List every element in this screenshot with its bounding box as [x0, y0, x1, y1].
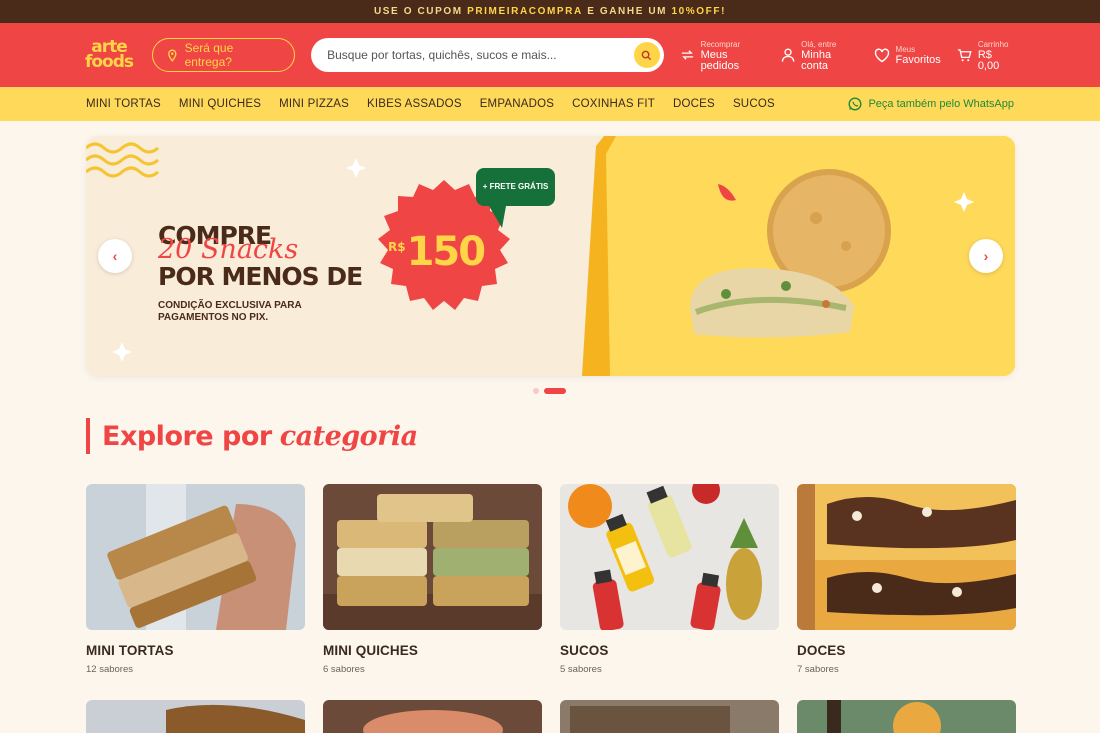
nav-doces[interactable]: DOCES	[673, 98, 715, 110]
hero-line-snacks: 20 Snacks	[158, 234, 299, 265]
promo-bar: USE O CUPOM PRIMEIRACOMPRA E GANHE UM 10…	[0, 0, 1100, 23]
favorites-label: Favoritos	[895, 54, 941, 66]
category-grid: MINI TORTAS 12 sabores MINI QUICHES 6 sa…	[86, 484, 1016, 675]
nav-mini-pizzas[interactable]: MINI PIZZAS	[279, 98, 349, 110]
reorder-link[interactable]: Recomprar Meus pedidos	[680, 39, 766, 72]
category-card[interactable]: SUCOS 5 sabores	[560, 484, 779, 675]
promo-discount: 10%OFF!	[671, 6, 727, 17]
category-count: 7 sabores	[797, 664, 839, 675]
deliver-label: Será que entrega?	[184, 41, 234, 69]
whatsapp-label: Peça também pelo WhatsApp	[868, 98, 1014, 110]
account-link[interactable]: Olá, entre Minha conta	[781, 39, 858, 72]
promo-prefix: USE O CUPOM	[373, 6, 468, 17]
category-image-partial[interactable]	[86, 700, 305, 733]
category-count: 6 sabores	[323, 664, 365, 675]
search-button[interactable]	[633, 42, 660, 68]
carousel-next-button[interactable]: ›	[969, 239, 1003, 273]
chevron-right-icon: ›	[983, 248, 989, 264]
nav-mini-quiches[interactable]: MINI QUICHES	[179, 98, 261, 110]
promo-code: PRIMEIRACOMPRA	[467, 6, 583, 17]
category-image-partial[interactable]	[797, 700, 1016, 733]
category-image-sucos[interactable]	[560, 484, 779, 630]
doces-photo	[797, 484, 1016, 630]
carousel-dot-active[interactable]	[544, 388, 566, 394]
cart-small: Carrinho	[977, 39, 1009, 49]
carousel-dots	[533, 388, 566, 394]
badge-currency: R$	[388, 240, 406, 254]
heart-icon	[874, 48, 889, 62]
hero-banner[interactable]: COMPRE 20 Snacks POR MENOS DE CONDIÇÃO E…	[86, 136, 1015, 376]
category-nav: MINI TORTAS MINI QUICHES MINI PIZZAS KIB…	[0, 87, 1100, 121]
cart-link[interactable]: Carrinho R$ 0,00	[957, 39, 1014, 72]
category-name[interactable]: DOCES	[797, 643, 1016, 658]
mini-tortas-photo	[86, 484, 305, 630]
search-icon	[641, 50, 652, 60]
category-image-mini-tortas[interactable]	[86, 484, 305, 630]
badge-value: 150	[406, 229, 486, 275]
repeat-icon	[681, 50, 693, 60]
location-pin-icon	[168, 49, 177, 62]
nav-mini-tortas[interactable]: MINI TORTAS	[86, 98, 161, 110]
category-name[interactable]: MINI TORTAS	[86, 643, 305, 658]
nav-coxinhas-fit[interactable]: COXINHAS FIT	[572, 98, 655, 110]
whatsapp-icon	[848, 97, 862, 111]
category-name[interactable]: SUCOS	[560, 643, 779, 658]
nav-kibes-assados[interactable]: KIBES ASSADOS	[367, 98, 462, 110]
section-title: Explore por categoria	[86, 418, 418, 454]
account-label: Minha conta	[801, 48, 832, 72]
reorder-label: Meus pedidos	[700, 48, 740, 72]
category-name[interactable]: MINI QUICHES	[323, 643, 542, 658]
search-bar	[311, 38, 664, 72]
category-grid-row2	[86, 700, 1016, 733]
category-card[interactable]: DOCES 7 sabores	[797, 484, 1016, 675]
category-count: 12 sabores	[86, 664, 134, 675]
section-title-italic: categoria	[279, 420, 418, 452]
nav-empanados[interactable]: EMPANADOS	[480, 98, 554, 110]
promo-middle: E GANHE UM	[582, 6, 672, 17]
mini-quiches-photo	[323, 484, 542, 630]
category-image-partial[interactable]	[323, 700, 542, 733]
category-image-mini-quiches[interactable]	[323, 484, 542, 630]
account-small: Olá, entre	[801, 39, 837, 49]
sucos-photo	[560, 484, 779, 630]
category-card[interactable]: MINI QUICHES 6 sabores	[323, 484, 542, 675]
header-nav: Recomprar Meus pedidos Olá, entre Minha co…	[680, 39, 1015, 72]
category-count: 5 sabores	[560, 664, 602, 675]
category-card[interactable]: MINI TORTAS 12 sabores	[86, 484, 305, 675]
user-icon	[781, 48, 795, 62]
carousel-dot[interactable]	[533, 388, 539, 394]
cart-total: R$ 0,00	[977, 48, 1000, 72]
hero-condition: CONDIÇÃO EXCLUSIVA PARA PAGAMENTOS NO PI…	[158, 300, 302, 323]
free-shipping-badge: + FRETE GRÁTIS	[476, 168, 555, 206]
chevron-left-icon: ‹	[112, 248, 118, 264]
reorder-small: Recomprar	[700, 39, 741, 49]
favorites-link[interactable]: Meus Favoritos	[874, 44, 941, 66]
nav-sucos[interactable]: SUCOS	[733, 98, 775, 110]
carousel-prev-button[interactable]: ‹	[98, 239, 132, 273]
deliver-check-button[interactable]: Será que entrega?	[152, 38, 296, 72]
section-title-main: Explore por	[102, 420, 272, 452]
price-badge-text: R$150	[388, 229, 486, 275]
hero-line-menos: POR MENOS DE	[158, 262, 363, 291]
search-input[interactable]	[327, 48, 634, 62]
category-image-partial[interactable]	[560, 700, 779, 733]
cart-icon	[957, 48, 972, 61]
logo-line2: foods	[84, 52, 134, 72]
category-image-doces[interactable]	[797, 484, 1016, 630]
header: arte foods Será que entrega? RecomprarMe…	[0, 23, 1100, 87]
logo[interactable]: arte foods	[84, 37, 134, 73]
whatsapp-link[interactable]: Peça também pelo WhatsApp	[848, 97, 1014, 111]
